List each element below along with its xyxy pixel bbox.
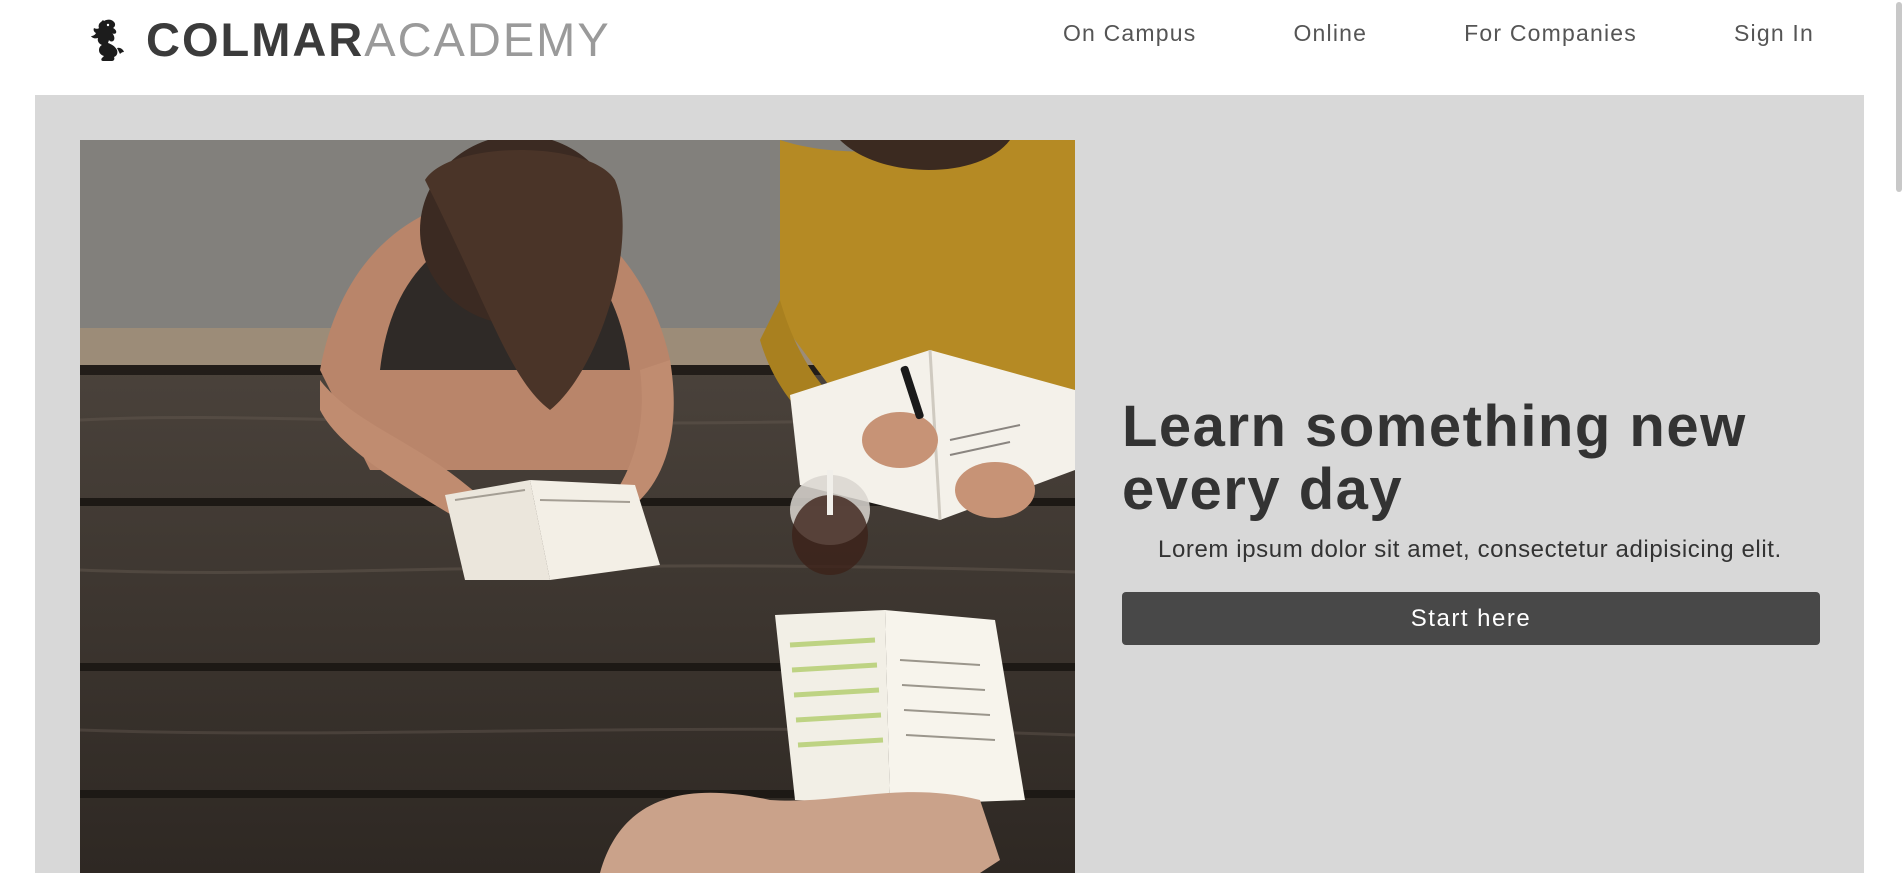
start-here-button[interactable]: Start here [1122, 592, 1820, 645]
hero-photo [80, 140, 1075, 873]
hero-subline: Lorem ipsum dolor sit amet, consectetur … [1158, 536, 1782, 563]
page-scrollbar[interactable] [1869, 0, 1904, 873]
brand-name-light: ACADEMY [364, 13, 611, 66]
nav-link-online[interactable]: Online [1293, 18, 1367, 48]
scrollbar-thumb[interactable] [1896, 2, 1902, 192]
nav-link-sign-in[interactable]: Sign In [1734, 18, 1814, 48]
students-studying-illustration [80, 140, 1075, 873]
brand-logo-link[interactable]: COLMARACADEMY [88, 14, 611, 66]
hero-copy: Learn something new every day Lorem ipsu… [1122, 395, 1822, 645]
top-navigation-bar: COLMARACADEMY On Campus Online For Compa… [0, 0, 1904, 95]
hero-section: Learn something new every day Lorem ipsu… [35, 95, 1864, 873]
brand-wordmark: COLMARACADEMY [146, 14, 611, 66]
nav-link-for-companies[interactable]: For Companies [1464, 18, 1637, 48]
nav-link-on-campus[interactable]: On Campus [1063, 18, 1197, 48]
lion-rampant-icon [91, 19, 124, 61]
main-nav: On Campus Online For Companies Sign In [1063, 18, 1814, 48]
hero-headline: Learn something new every day [1122, 394, 1747, 522]
brand-name-bold: COLMAR [146, 13, 365, 66]
